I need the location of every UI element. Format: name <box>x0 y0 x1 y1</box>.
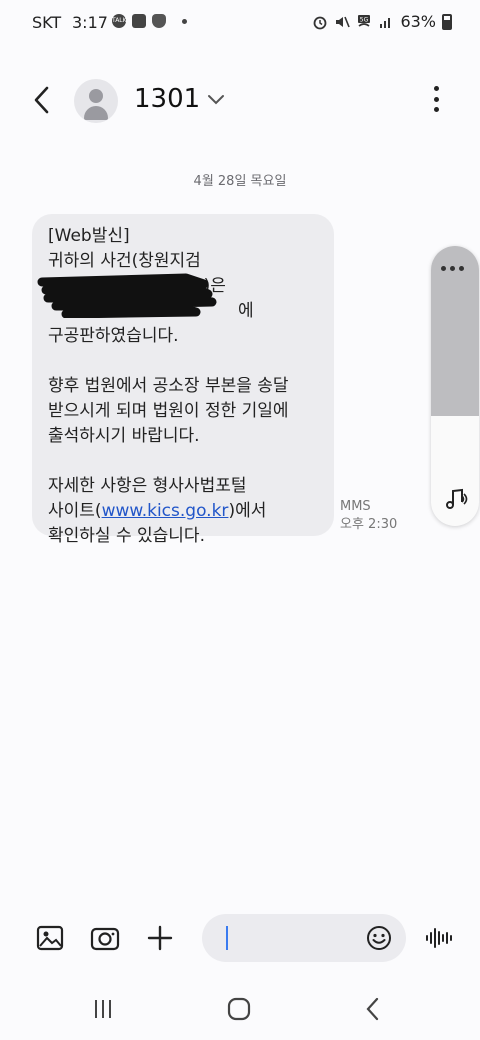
alarm-icon <box>314 16 327 29</box>
add-attachment-icon[interactable] <box>144 922 176 954</box>
avatar-body-icon <box>84 106 108 120</box>
voice-input-icon[interactable] <box>422 922 454 954</box>
wifi-5g-icon: 5G <box>358 14 371 27</box>
incognito-notification-icon <box>152 14 166 28</box>
home-icon[interactable] <box>226 996 252 1022</box>
talk-notification-icon: TALK <box>112 14 127 28</box>
carrier-label: SKT <box>32 13 62 32</box>
message-paragraph: 향후 법원에서 공소장 부본을 송달 받으시게 되며 법원이 정한 기일에 출석… <box>48 376 289 446</box>
compose-bar <box>0 910 480 966</box>
back-arrow-icon[interactable] <box>30 84 54 116</box>
signal-icon <box>380 17 391 28</box>
kics-link[interactable]: www.kics.go.kr <box>102 501 229 521</box>
more-notifications-dot-icon <box>182 18 187 24</box>
contact-avatar[interactable] <box>74 79 118 123</box>
back-nav-icon[interactable] <box>360 996 386 1022</box>
navigation-bar <box>0 990 480 1030</box>
message-time: 오후 2:30 <box>340 517 398 532</box>
text-cursor <box>226 926 228 950</box>
panel-handle[interactable] <box>431 246 479 416</box>
message-meta: MMS 오후 2:30 <box>340 498 397 534</box>
panel-more-icon[interactable] <box>441 266 464 271</box>
camera-icon[interactable] <box>89 922 121 954</box>
date-separator: 4월 28일 목요일 <box>193 174 287 189</box>
notification-icons: TALK <box>112 14 187 28</box>
chevron-down-icon[interactable] <box>206 92 226 108</box>
message-input[interactable] <box>202 914 406 962</box>
mute-icon <box>336 16 351 27</box>
avatar-head-icon <box>89 89 103 103</box>
svg-text:5G: 5G <box>360 16 369 23</box>
battery-percent: 63% <box>400 12 436 31</box>
battery-icon <box>442 13 452 30</box>
recent-apps-icon[interactable] <box>90 996 116 1022</box>
gallery-notification-icon <box>132 14 146 28</box>
message-line: 구공판하였습니다. <box>48 326 179 346</box>
redaction-scribble <box>37 273 217 318</box>
message-line: 귀하의 사건(창원지검 <box>48 251 201 271</box>
message-type: MMS <box>340 499 371 514</box>
emoji-icon[interactable] <box>366 925 392 951</box>
more-options-icon[interactable] <box>434 86 440 112</box>
floating-side-panel[interactable] <box>431 246 479 526</box>
music-note-icon[interactable] <box>443 486 469 512</box>
status-time: 3:17 <box>72 13 108 32</box>
system-status: 5G 63% <box>312 12 452 31</box>
message-line: [Web발신] <box>48 226 130 246</box>
gallery-icon[interactable] <box>34 922 66 954</box>
status-bar: SKT 3:17 TALK 5G 63% <box>0 0 480 46</box>
conversation-header: 1301 <box>0 70 480 130</box>
contact-name[interactable]: 1301 <box>134 84 200 114</box>
